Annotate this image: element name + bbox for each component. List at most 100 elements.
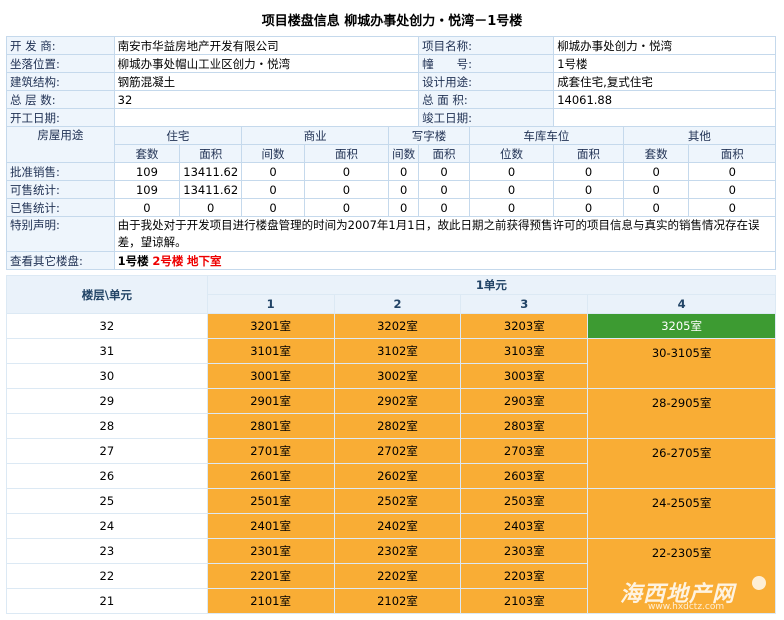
column-header: 1: [206, 294, 335, 314]
usage-label: 设计用途:: [418, 72, 555, 91]
room-cell[interactable]: 2903室: [460, 388, 589, 414]
approved-sales-row: 批准销售: 109 13411.62 0 0 0 0 0 0 0 0: [6, 162, 776, 181]
building-link-1[interactable]: 1号楼: [118, 254, 149, 268]
room-cell[interactable]: 2702室: [333, 438, 462, 464]
room-cell[interactable]: 2601室: [206, 463, 335, 489]
floor-number: 30: [6, 363, 208, 389]
room-cell[interactable]: 2302室: [333, 538, 462, 564]
cell: 0: [388, 162, 420, 181]
room-cell[interactable]: 3102室: [333, 338, 462, 364]
room-cell[interactable]: 2203室: [460, 563, 589, 589]
unit-header: 1单元: [206, 275, 777, 295]
finish-date-label: 竣工日期:: [418, 108, 555, 127]
room-cell[interactable]: 2502室: [333, 488, 462, 514]
duplex-room-cell[interactable]: 30-3105室: [587, 338, 776, 389]
room-cell[interactable]: 2402室: [333, 513, 462, 539]
floor-unit-grid: 楼层\单元 1单元 1 2 3 4 32 3201室 3202室 3203室 3…: [6, 275, 777, 614]
cell: 109: [113, 180, 181, 199]
duplex-room-cell[interactable]: 26-2705室: [587, 438, 776, 489]
usage-value: 成套住宅,复式住宅: [553, 72, 776, 91]
floor-row: 32 3201室 3202室 3203室 3205室: [6, 313, 776, 339]
watermark-url: www.hxdctz.com: [648, 602, 725, 612]
cell: 0: [622, 198, 690, 217]
floor-number: 31: [6, 338, 208, 364]
sub-header: 面积: [179, 144, 243, 163]
room-cell[interactable]: 2403室: [460, 513, 589, 539]
cell: 13411.62: [179, 180, 243, 199]
cell: 0: [468, 162, 555, 181]
room-cell[interactable]: 2102室: [333, 588, 462, 614]
column-header: 2: [333, 294, 462, 314]
room-cell[interactable]: 3002室: [333, 363, 462, 389]
cell: 109: [113, 162, 181, 181]
cell: 0: [553, 162, 624, 181]
room-cell[interactable]: 2603室: [460, 463, 589, 489]
cell: 0: [553, 180, 624, 199]
room-cell-highlighted[interactable]: 3205室: [587, 313, 776, 339]
available-sales-row: 可售统计: 109 13411.62 0 0 0 0 0 0 0 0: [6, 180, 776, 199]
room-cell[interactable]: 3001室: [206, 363, 335, 389]
floor-row: 27 2701室 2702室 2703室 26-2705室: [6, 438, 776, 489]
room-cell[interactable]: 3203室: [460, 313, 589, 339]
floor-number: 27: [6, 438, 208, 464]
duplex-room-cell[interactable]: 24-2505室: [587, 488, 776, 539]
use-header: 房屋用途: [6, 126, 115, 163]
structure-value: 钢筋混凝土: [113, 72, 420, 91]
finish-date-value: [553, 108, 776, 127]
floor-number: 32: [6, 313, 208, 339]
cell: 0: [303, 180, 390, 199]
location-value: 柳城办事处帽山工业区创力・悦湾: [113, 54, 420, 73]
room-cell[interactable]: 2803室: [460, 413, 589, 439]
cell: 0: [622, 162, 690, 181]
room-cell[interactable]: 3202室: [333, 313, 462, 339]
room-cell[interactable]: 2501室: [206, 488, 335, 514]
project-info-table: 开 发 商: 南安市华益房地产开发有限公司 项目名称: 柳城办事处创力・悦湾 坐…: [6, 36, 777, 270]
sub-header: 面积: [553, 144, 624, 163]
cell: 0: [622, 180, 690, 199]
room-cell[interactable]: 2902室: [333, 388, 462, 414]
room-cell[interactable]: 2703室: [460, 438, 589, 464]
start-date-label: 开工日期:: [6, 108, 115, 127]
room-cell[interactable]: 2101室: [206, 588, 335, 614]
page-title: 项目楼盘信息 柳城办事处创力・悦湾－1号楼: [261, 14, 523, 29]
floor-number: 25: [6, 488, 208, 514]
sub-header: 套数: [622, 144, 690, 163]
building-link-2[interactable]: 2号楼: [152, 254, 183, 268]
location-label: 坐落位置:: [6, 54, 115, 73]
cell: 0: [113, 198, 181, 217]
room-cell[interactable]: 2901室: [206, 388, 335, 414]
room-cell[interactable]: 2503室: [460, 488, 589, 514]
room-cell[interactable]: 2701室: [206, 438, 335, 464]
room-cell[interactable]: 3003室: [460, 363, 589, 389]
project-value: 柳城办事处创力・悦湾: [553, 36, 776, 55]
cell: 0: [179, 198, 243, 217]
cell: 0: [388, 198, 420, 217]
room-cell[interactable]: 2301室: [206, 538, 335, 564]
room-cell[interactable]: 2103室: [460, 588, 589, 614]
cell: 0: [688, 162, 776, 181]
floor-row: 25 2501室 2502室 2503室 24-2505室: [6, 488, 776, 539]
room-cell[interactable]: 2801室: [206, 413, 335, 439]
category-commercial: 商业: [241, 126, 390, 145]
floor-number: 22: [6, 563, 208, 589]
room-cell[interactable]: 2202室: [333, 563, 462, 589]
room-cell[interactable]: 2802室: [333, 413, 462, 439]
floors-value: 32: [113, 90, 420, 109]
cell: 0: [468, 198, 555, 217]
sub-header: 面积: [303, 144, 390, 163]
room-cell[interactable]: 2201室: [206, 563, 335, 589]
room-cell[interactable]: 2602室: [333, 463, 462, 489]
room-cell[interactable]: 2401室: [206, 513, 335, 539]
cell: 0: [388, 180, 420, 199]
sub-header: 面积: [418, 144, 470, 163]
room-cell[interactable]: 3103室: [460, 338, 589, 364]
category-residential: 住宅: [113, 126, 243, 145]
cell: 0: [418, 180, 470, 199]
duplex-room-cell[interactable]: 28-2905室: [587, 388, 776, 439]
building-link-basement[interactable]: 地下室: [187, 254, 222, 268]
room-cell[interactable]: 2303室: [460, 538, 589, 564]
room-cell[interactable]: 3101室: [206, 338, 335, 364]
column-header: 4: [587, 294, 776, 314]
room-cell[interactable]: 3201室: [206, 313, 335, 339]
building-value: 1号楼: [553, 54, 776, 73]
